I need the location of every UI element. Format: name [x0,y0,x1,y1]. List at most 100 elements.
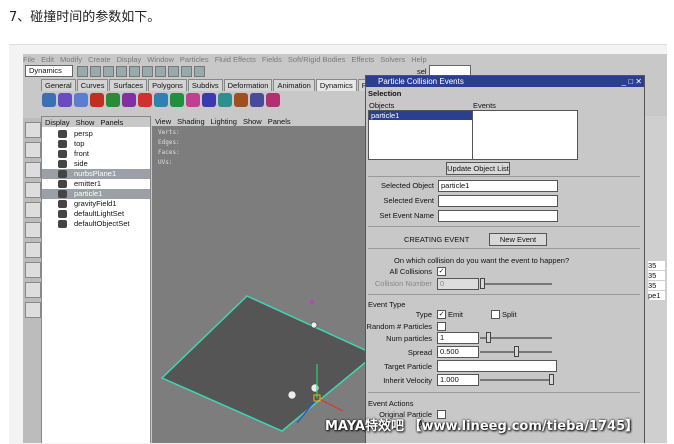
menu-item-fluid-effects[interactable]: Fluid Effects [215,55,256,64]
menu-item-edit[interactable]: Edit [41,55,54,64]
uniform-field-icon[interactable] [186,93,200,107]
all-collisions-checkbox[interactable]: ✓ [437,267,446,276]
collision-icon[interactable] [266,93,280,107]
menu-item-modify[interactable]: Modify [60,55,82,64]
viewport-menu-panels[interactable]: Panels [268,117,291,126]
air-field-icon[interactable] [90,93,104,107]
select-hierarchy-icon[interactable] [116,65,127,77]
menu-item-display[interactable]: Display [117,55,142,64]
gravity-field-icon[interactable] [122,93,136,107]
objects-list[interactable]: particle1 [368,110,474,160]
render-icon[interactable] [194,65,205,77]
mode-dropdown[interactable]: Dynamics [25,65,73,77]
emit-checkbox[interactable]: ✓ [437,310,446,319]
collision-number-slider-handle[interactable] [480,278,485,289]
perspective-viewport[interactable]: View Shading Lighting Show Panels Verts: Edge… [152,116,367,443]
rigid-body-icon[interactable] [218,93,232,107]
random-particles-checkbox[interactable] [437,322,446,331]
collision-number-slider[interactable] [480,283,552,285]
menu-item-soft-rigid-bodies[interactable]: Soft/Rigid Bodies [288,55,346,64]
outliner-menu-display[interactable]: Display [45,118,70,127]
outliner-item[interactable]: defaultLightSet [42,209,150,219]
tab-general[interactable]: General [41,79,76,91]
tab-dynamics[interactable]: Dynamics [315,79,357,91]
lasso-tool-icon[interactable] [25,142,41,158]
tab-polygons[interactable]: Polygons [148,79,187,91]
selected-object-field[interactable]: particle1 [438,180,558,192]
inherit-velocity-field[interactable]: 1.000 [437,374,479,386]
new-event-button[interactable]: New Event [489,233,547,246]
soft-body-icon[interactable] [234,93,248,107]
num-particles-slider-handle[interactable] [486,332,491,343]
menu-item-fields[interactable]: Fields [262,55,282,64]
paint-select-tool-icon[interactable] [25,162,41,178]
outliner-menu-panels[interactable]: Panels [100,118,123,127]
menu-item-effects[interactable]: Effects [351,55,374,64]
select-tool-icon[interactable] [25,122,41,138]
menu-item-help[interactable]: Help [411,55,426,64]
move-tool-icon[interactable] [25,182,41,198]
save-scene-icon[interactable] [103,65,114,77]
snap-curve-icon[interactable] [168,65,179,77]
rotate-tool-icon[interactable] [25,202,41,218]
selected-event-field[interactable] [438,195,558,207]
menu-item-solvers[interactable]: Solvers [380,55,405,64]
update-object-list-button[interactable]: Update Object List [446,162,510,175]
window-controls-icon[interactable]: _ □ ✕ [622,76,642,87]
viewport-menu-show[interactable]: Show [243,117,262,126]
tab-subdivs[interactable]: Subdivs [187,79,223,91]
outliner-item[interactable]: nurbsPlane1 [42,169,150,179]
outliner-item[interactable]: emitter1 [42,179,150,189]
tab-surfaces[interactable]: Surfaces [109,79,148,91]
viewport-menu-view[interactable]: View [155,117,171,126]
menu-item-create[interactable]: Create [88,55,111,64]
spring-icon[interactable] [250,93,264,107]
outliner-item[interactable]: persp [42,129,150,139]
spread-slider-handle[interactable] [514,346,519,357]
selection-section[interactable]: Selection [368,89,401,98]
particle-tool-icon[interactable] [42,93,56,107]
tab-animation[interactable]: Animation [273,79,315,91]
drag-field-icon[interactable] [106,93,120,107]
open-scene-icon[interactable] [90,65,101,77]
select-component-icon[interactable] [142,65,153,77]
events-list[interactable] [472,110,578,160]
outliner-item[interactable]: top [42,139,150,149]
scale-tool-icon[interactable] [25,222,41,238]
outliner-item[interactable]: defaultObjectSet [42,219,150,229]
set-event-name-field[interactable] [438,210,558,222]
emit-from-object-icon[interactable] [74,93,88,107]
menu-item-window[interactable]: Window [147,55,174,64]
manipulator-tool-icon[interactable] [25,242,41,258]
menu-item-particles[interactable]: Particles [180,55,209,64]
outliner-item[interactable]: side [42,159,150,169]
tab-curves[interactable]: Curves [76,79,109,91]
inherit-velocity-slider-handle[interactable] [549,374,554,385]
menu-item-file[interactable]: File [23,55,35,64]
outliner-item[interactable]: front [42,149,150,159]
select-object-icon[interactable] [129,65,140,77]
inherit-velocity-slider[interactable] [480,379,552,381]
layout-two-icon[interactable] [25,302,41,318]
radial-field-icon[interactable] [154,93,168,107]
tab-deformation[interactable]: Deformation [223,79,273,91]
emitter-icon[interactable] [58,93,72,107]
new-scene-icon[interactable] [77,65,88,77]
num-particles-field[interactable]: 1 [437,332,479,344]
viewport-menu-lighting[interactable]: Lighting [211,117,237,126]
outliner-item[interactable]: particle1 [42,189,150,199]
snap-point-icon[interactable] [181,65,192,77]
split-checkbox[interactable] [491,310,500,319]
turbulence-field-icon[interactable] [170,93,184,107]
newton-field-icon[interactable] [138,93,152,107]
layout-four-icon[interactable] [25,282,41,298]
layout-single-icon[interactable] [25,262,41,278]
snap-grid-icon[interactable] [155,65,166,77]
target-particle-field[interactable] [437,360,557,372]
object-item[interactable]: particle1 [369,111,473,120]
vortex-field-icon[interactable] [202,93,216,107]
outliner-item[interactable]: gravityField1 [42,199,150,209]
outliner-menu-show[interactable]: Show [76,118,95,127]
spread-field[interactable]: 0.500 [437,346,479,358]
collision-number-field[interactable]: 0 [437,278,479,290]
